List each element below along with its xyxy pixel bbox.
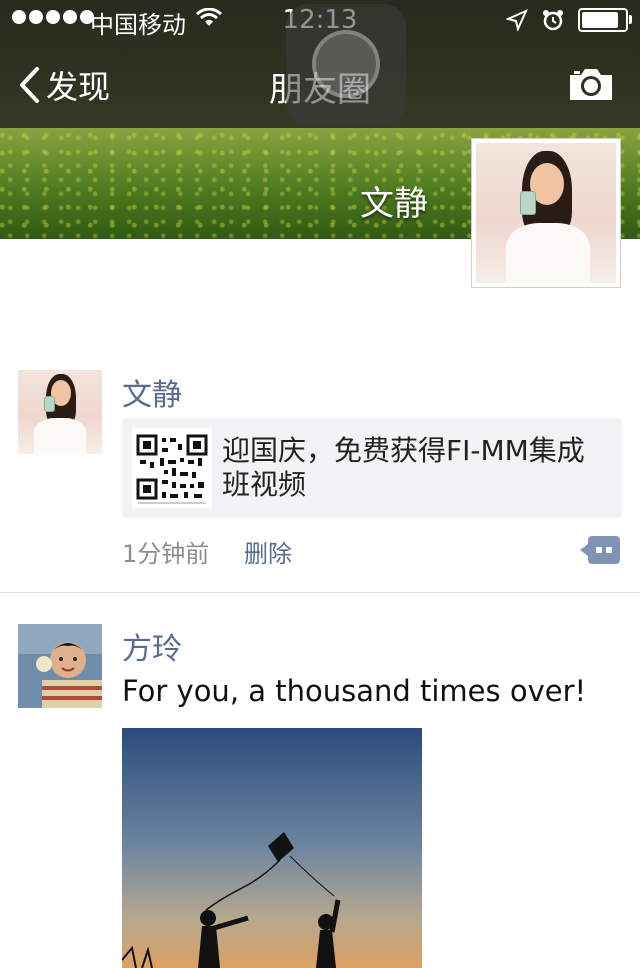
post-author[interactable]: 方玲: [122, 624, 182, 668]
camera-icon[interactable]: [568, 66, 614, 102]
battery-icon: [578, 8, 632, 32]
divider: [0, 592, 640, 593]
avatar[interactable]: [18, 370, 102, 454]
moment-post: 方玲 For you, a thousand times over!: [0, 624, 640, 968]
qr-code-thumbnail: [132, 428, 212, 508]
cover-user-name: 文静: [360, 184, 428, 224]
alarm-clock-icon: [543, 10, 563, 31]
comment-icon[interactable]: [580, 536, 620, 564]
cover-avatar[interactable]: [471, 138, 621, 288]
post-timestamp: 1分钟前: [122, 540, 210, 568]
shared-link-title: 迎国庆，免费获得FI-MM集成班视频: [222, 434, 585, 501]
moment-post: 文静 迎国庆，免费获得FI-MM集成班视频 1分钟前 删除: [0, 370, 640, 592]
post-author[interactable]: 文静: [122, 370, 182, 414]
location-arrow-icon: [506, 9, 528, 31]
post-text: For you, a thousand times over!: [122, 674, 587, 708]
assistive-touch-button[interactable]: [286, 4, 406, 124]
avatar[interactable]: [18, 624, 102, 708]
shared-link-card[interactable]: 迎国庆，免费获得FI-MM集成班视频: [122, 418, 622, 518]
post-photo[interactable]: [122, 728, 422, 968]
delete-button[interactable]: 删除: [244, 534, 292, 569]
